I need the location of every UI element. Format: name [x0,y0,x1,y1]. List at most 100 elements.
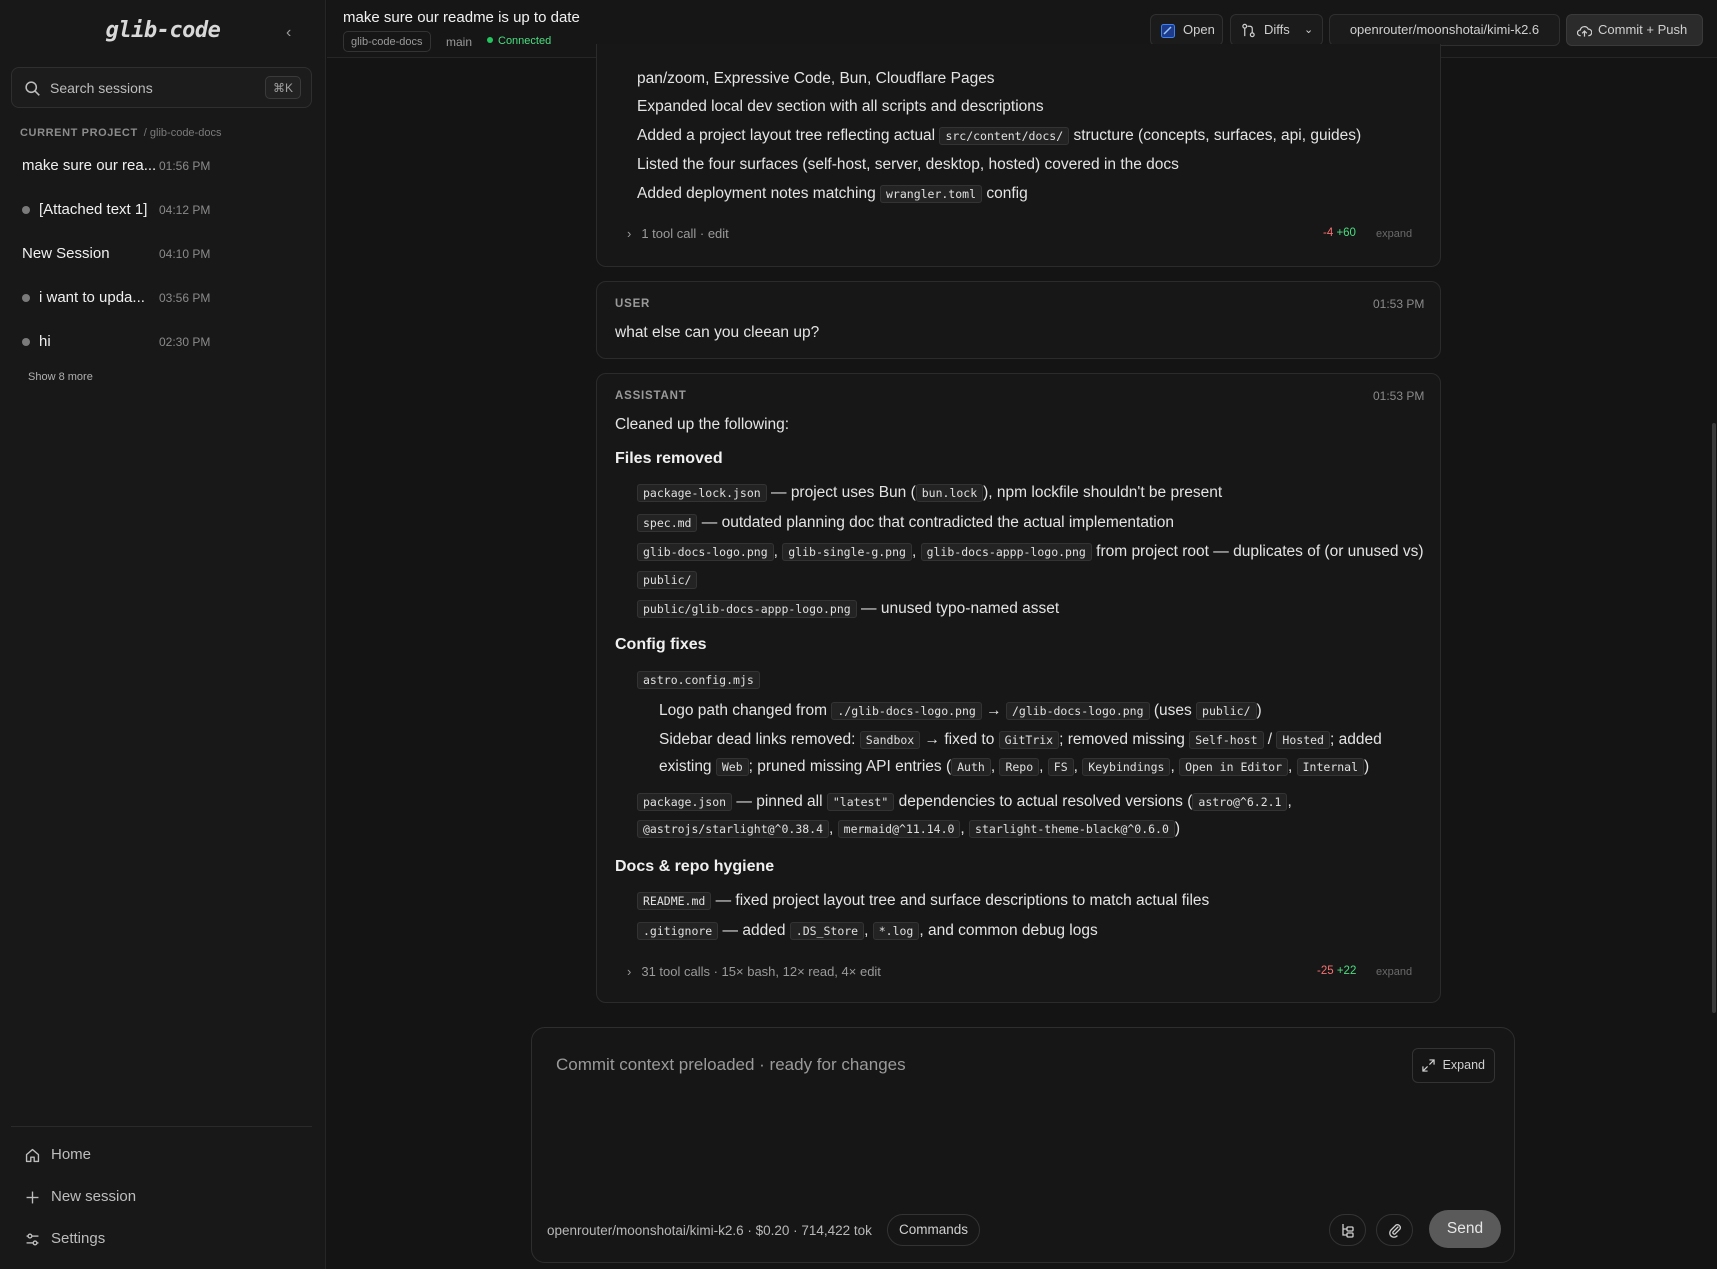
send-button[interactable]: Send [1429,1210,1501,1248]
session-status-dot [22,206,30,214]
repo-chip[interactable]: glib-code-docs [343,31,431,52]
inline-code: Internal [1296,758,1365,776]
message-input[interactable]: Commit context preloaded · ready for cha… [556,1055,906,1075]
diffs-button[interactable]: Diffs ⌄ [1230,14,1323,46]
message-line: README.md — fixed project layout tree an… [637,892,1209,910]
connection-status: Connected [487,35,551,47]
message-role: ASSISTANT [615,390,687,402]
search-sessions[interactable]: Search sessions ⌘K [11,67,312,108]
inline-code: Auth [951,758,991,776]
message-line: Sidebar dead links removed: Sandbox → fi… [659,731,1382,749]
message-time: 01:53 PM [1373,297,1425,311]
commands-button[interactable]: Commands [887,1214,981,1246]
diff-stats: -25 +22 [1317,965,1357,977]
open-button[interactable]: Open [1150,14,1223,46]
inline-code: Hosted [1276,731,1330,749]
session-title: New Session [22,245,110,262]
scrollbar-thumb[interactable] [1712,423,1716,1013]
message-line: astro.config.mjs [637,671,760,689]
scrollbar[interactable] [1711,58,1717,1269]
inline-code: GitTrix [998,731,1060,749]
section-heading: Config fixes [615,636,707,653]
message-line: package.json — pinned all "latest" depen… [637,793,1292,811]
inline-code: astro@^6.2.1 [1192,793,1288,811]
section-heading: Docs & repo hygiene [615,858,775,875]
sidebar: glib-code ‹ Search sessions ⌘K CURRENT P… [0,0,326,1269]
search-shortcut: ⌘K [264,76,301,99]
tool-calls-summary[interactable]: › 1 tool call · edit [627,226,729,241]
model-selector[interactable]: openrouter/moonshotai/kimi-k2.6 [1329,14,1560,46]
nav-settings-label: Settings [51,1230,106,1247]
message-line: pan/zoom, Expressive Code, Bun, Cloudfla… [637,70,995,87]
inline-code: astro.config.mjs [637,671,760,689]
message-line: spec.md — outdated planning doc that con… [637,514,1174,532]
expand-link[interactable]: expand [1376,228,1412,240]
divider [11,1126,312,1127]
chevron-left-icon[interactable]: ‹ [286,24,291,42]
branch-label: main [446,35,473,49]
session-time: 04:12 PM [159,203,211,217]
paperclip-icon [1389,1224,1401,1238]
message-text: what else can you cleean up? [615,324,820,341]
git-compare-icon [1242,23,1255,38]
expand-button[interactable]: Expand [1411,1048,1495,1083]
status-dot [487,37,493,43]
attach-button[interactable] [1376,1214,1413,1246]
session-title: hi [39,333,51,350]
chevron-down-icon: ⌄ [1304,24,1314,36]
message-time: 01:53 PM [1373,389,1425,403]
session-time: 02:30 PM [159,335,211,349]
chevron-right-icon: › [627,226,632,241]
inline-code: package-lock.json [637,484,767,502]
session-item[interactable]: New Session 04:10 PM [11,235,312,273]
inline-code: @astrojs/starlight@^0.38.4 [637,820,830,838]
inline-code: README.md [637,892,712,910]
message-line: public/ [637,571,698,589]
maximize-icon [1421,1059,1435,1072]
session-item[interactable]: [Attached text 1] 04:12 PM [11,191,312,229]
session-title-header: make sure our readme is up to date [343,9,580,26]
show-more-link[interactable]: Show 8 more [28,371,93,383]
inline-code: bun.lock [915,484,984,502]
diff-stats: -4 +60 [1323,227,1356,239]
message-line: Logo path changed from ./glib-docs-logo.… [659,702,1262,720]
message-line: .gitignore — added .DS_Store, *.log, and… [637,922,1098,940]
inline-code: FS [1047,758,1074,776]
inline-code: wrangler.toml [880,185,983,203]
inline-code: starlight-theme-black@^0.6.0 [969,820,1175,838]
message-line: existing Web; pruned missing API entries… [659,758,1370,776]
inline-code: glib-docs-appp-logo.png [920,543,1092,561]
inline-code: package.json [637,793,733,811]
inline-code: public/glib-docs-appp-logo.png [637,600,857,618]
inline-code: .gitignore [637,922,719,940]
tree-button[interactable] [1329,1214,1366,1246]
model-usage-info: openrouter/moonshotai/kimi-k2.6 · $0.20 … [547,1223,872,1238]
inline-code: spec.md [637,514,698,532]
session-title: make sure our rea... [22,157,157,174]
expand-link[interactable]: expand [1376,966,1412,978]
editor-icon [1161,24,1175,38]
inline-code: mermaid@^11.14.0 [837,820,961,838]
home-icon [25,1148,40,1163]
inline-code: Sandbox [859,731,921,749]
inline-code: *.log [872,922,920,940]
session-time: 04:10 PM [159,247,211,261]
assistant-message-previous: pan/zoom, Expressive Code, Bun, Cloudfla… [596,44,1441,267]
inline-code: "latest" [826,793,895,811]
session-title: [Attached text 1] [39,201,148,218]
file-tree-icon [1342,1224,1354,1238]
nav-new-session-label: New session [51,1188,137,1205]
chevron-right-icon: › [627,964,632,979]
session-item[interactable]: hi 02:30 PM [11,323,312,361]
tool-calls-summary[interactable]: › 31 tool calls · 15× bash, 12× read, 4× … [627,964,881,979]
search-input[interactable]: Search sessions [50,80,153,96]
session-item[interactable]: make sure our rea... 01:56 PM [11,147,312,185]
session-time: 01:56 PM [159,159,211,173]
nav-home-label: Home [51,1146,92,1163]
message-line: Added deployment notes matching wrangler… [637,185,1028,203]
inline-code: public/ [637,571,698,589]
session-item[interactable]: i want to upda... 03:56 PM [11,279,312,317]
session-title: i want to upda... [39,289,145,306]
plus-icon [26,1191,39,1204]
commit-push-button[interactable]: Commit + Push [1566,14,1703,46]
